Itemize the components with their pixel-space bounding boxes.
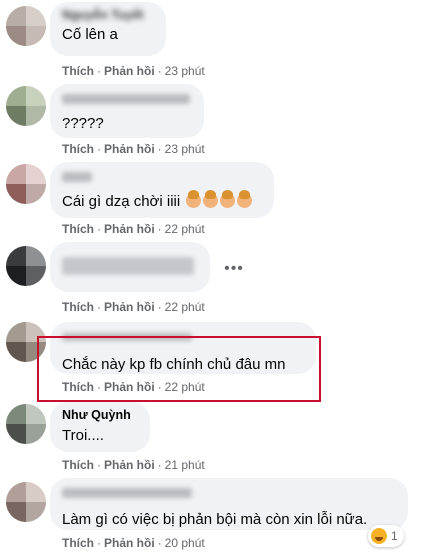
author-name[interactable]: Như Quỳnh <box>62 408 138 423</box>
comment-text: Troi.... <box>62 427 104 444</box>
comment-bubble: Nguyễn Tuyết Cố lên a <box>50 2 166 56</box>
reply-link[interactable]: Phản hồi <box>104 300 155 314</box>
comment-text: ????? <box>62 115 104 132</box>
separator: · <box>97 536 101 550</box>
like-link[interactable]: Thích <box>62 142 94 156</box>
like-link[interactable]: Thích <box>62 64 94 78</box>
like-link[interactable]: Thích <box>62 536 94 550</box>
haha-reaction-icon <box>371 528 387 544</box>
comment-bubble: Cái gì dzạ chời iiii <box>50 162 274 218</box>
reply-link[interactable]: Phản hồi <box>104 458 155 472</box>
comment-actions: Thích · Phản hồi · 23 phút <box>62 64 205 78</box>
author-name[interactable] <box>62 169 262 184</box>
woman-facepalming-icon <box>203 190 219 208</box>
separator: · <box>157 64 162 78</box>
avatar[interactable] <box>6 86 46 126</box>
avatar[interactable] <box>6 404 46 444</box>
avatar[interactable] <box>6 164 46 204</box>
reply-link[interactable]: Phản hồi <box>104 64 155 78</box>
avatar[interactable] <box>6 482 46 522</box>
highlight-box <box>37 336 321 402</box>
woman-facepalming-icon <box>237 190 253 208</box>
author-name[interactable]: Nguyễn Tuyết <box>62 8 154 23</box>
avatar[interactable] <box>6 6 46 46</box>
woman-facepalming-icon <box>186 190 202 208</box>
separator: · <box>97 222 101 236</box>
comment-bubble: ????? <box>50 84 204 138</box>
comment-text: Làm gì có việc bị phản bội mà còn xin lỗ… <box>62 511 368 528</box>
separator: · <box>157 222 162 236</box>
like-link[interactable]: Thích <box>62 222 94 236</box>
avatar[interactable] <box>6 246 46 286</box>
reaction-count-value: 1 <box>391 529 398 543</box>
comment-actions: Thích · Phản hồi · 22 phút <box>62 222 205 236</box>
comment-text-content: Cái gì dzạ chời iiii <box>62 193 181 210</box>
author-name[interactable] <box>62 257 198 275</box>
author-name[interactable] <box>62 91 192 106</box>
like-link[interactable]: Thích <box>62 300 94 314</box>
comment-actions: Thích · Phản hồi · 20 phút <box>62 536 205 550</box>
like-link[interactable]: Thích <box>62 458 94 472</box>
reply-link[interactable]: Phản hồi <box>104 536 155 550</box>
separator: · <box>157 300 162 314</box>
timestamp[interactable]: 22 phút <box>165 222 205 236</box>
reply-link[interactable]: Phản hồi <box>104 142 155 156</box>
separator: · <box>97 142 101 156</box>
timestamp[interactable]: 20 phút <box>165 536 205 550</box>
comment-text: Cố lên a <box>62 26 118 43</box>
comment-bubble: Như Quỳnh Troi.... <box>50 402 150 452</box>
timestamp[interactable]: 22 phút <box>165 300 205 314</box>
author-name[interactable] <box>62 485 396 500</box>
reply-link[interactable]: Phản hồi <box>104 222 155 236</box>
comment-text: Cái gì dzạ chời iiii <box>62 190 262 212</box>
separator: · <box>157 536 162 550</box>
timestamp[interactable]: 21 phút <box>165 458 205 472</box>
separator: · <box>157 458 162 472</box>
comment-actions: Thích · Phản hồi · 21 phút <box>62 458 205 472</box>
woman-facepalming-icon <box>220 190 236 208</box>
separator: · <box>157 142 162 156</box>
timestamp[interactable]: 23 phút <box>165 142 205 156</box>
comment-bubble: Làm gì có việc bị phản bội mà còn xin lỗ… <box>50 478 408 530</box>
comment-bubble <box>50 242 210 292</box>
reaction-count[interactable]: 1 <box>368 525 404 547</box>
comment-actions: Thích · Phản hồi · 23 phút <box>62 142 205 156</box>
comment-actions: Thích · Phản hồi · 22 phút <box>62 300 205 314</box>
timestamp[interactable]: 23 phút <box>165 64 205 78</box>
separator: · <box>97 300 101 314</box>
separator: · <box>97 64 101 78</box>
more-options-ellipsis-icon[interactable]: ••• <box>222 261 246 280</box>
separator: · <box>97 458 101 472</box>
